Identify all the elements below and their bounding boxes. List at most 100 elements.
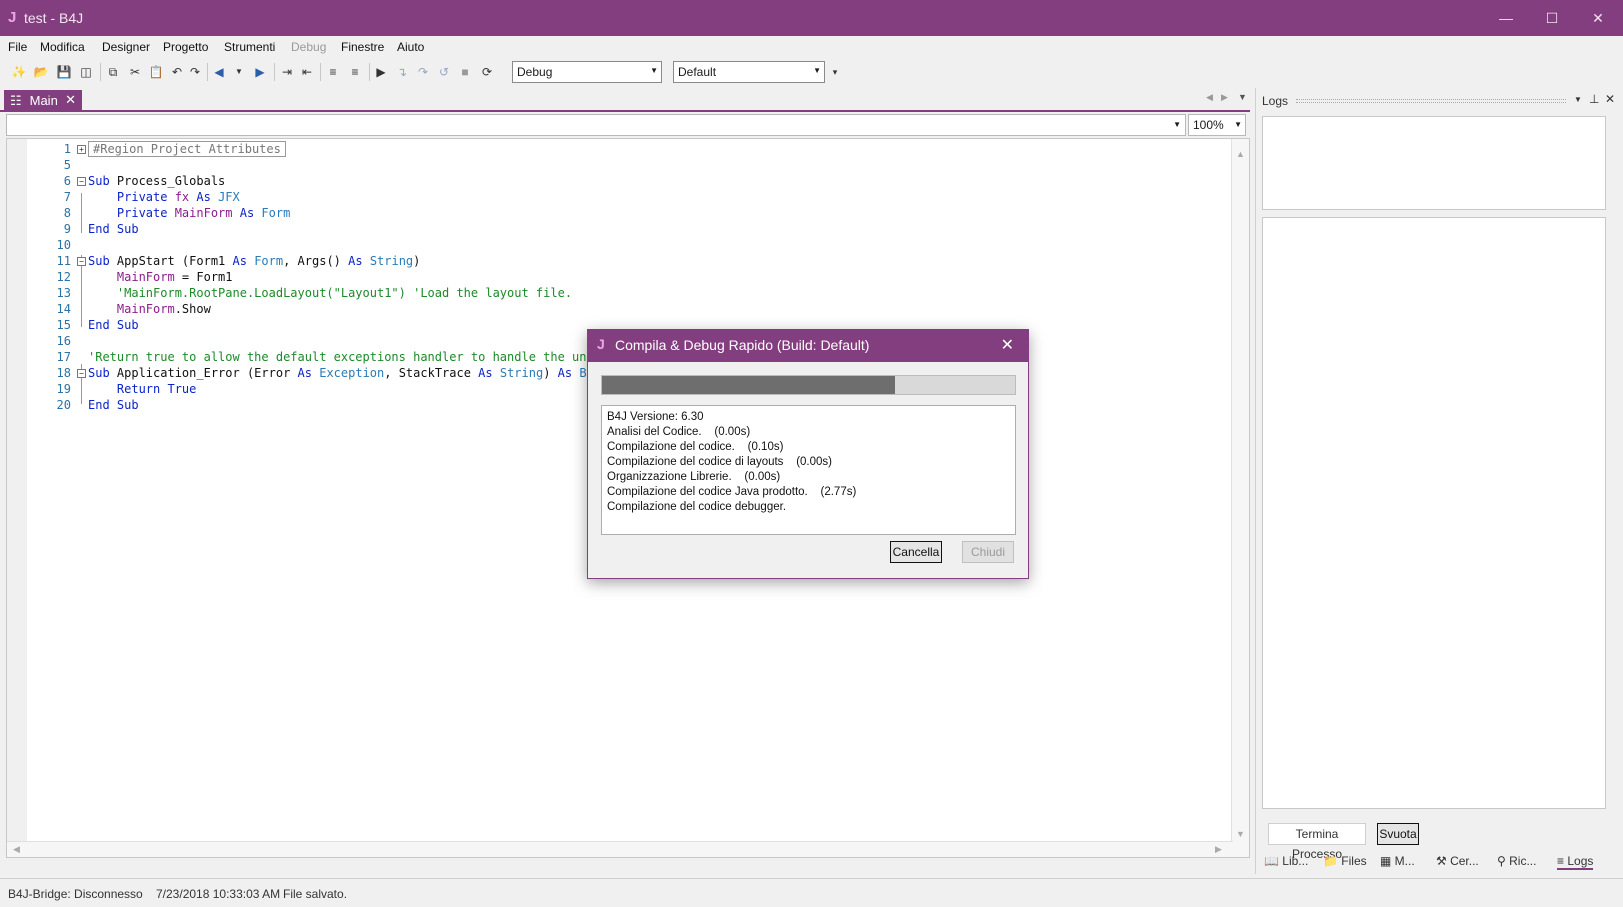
vertical-scrollbar[interactable]: ▲ ▼ — [1231, 139, 1249, 857]
undo-icon[interactable]: ↶ — [168, 63, 186, 81]
log-filter-box[interactable] — [1262, 116, 1606, 210]
code-token: MainForm — [116, 302, 175, 316]
menu-strumenti[interactable]: Strumenti — [224, 40, 275, 54]
compile-debug-dialog: J Compila & Debug Rapido (Build: Default… — [587, 329, 1029, 579]
tab-scroll-right-icon[interactable]: ▶ — [1221, 92, 1228, 103]
paste-icon[interactable]: 📋 — [147, 63, 165, 81]
scroll-left-icon[interactable]: ◀ — [13, 844, 20, 855]
menu-progetto[interactable]: Progetto — [163, 40, 208, 54]
breakpoint-gutter[interactable] — [7, 139, 27, 857]
collapse-region-icon[interactable]: − — [77, 369, 86, 378]
copy-icon[interactable]: ⧉ — [104, 63, 122, 81]
menu-aiuto[interactable]: Aiuto — [397, 40, 424, 54]
step-in-icon[interactable]: ↴ — [393, 63, 411, 81]
sub-navigator-select[interactable]: ▼ — [6, 114, 1186, 136]
tab-main[interactable]: ☷ Main ✕ — [4, 90, 82, 112]
restart-icon[interactable]: ⟳ — [478, 63, 496, 81]
code-text: End Sub — [88, 318, 139, 332]
open-folder-icon[interactable]: 📂 — [32, 63, 50, 81]
clear-logs-button[interactable]: Svuota — [1377, 823, 1419, 845]
comment-block-icon[interactable]: ≡ — [324, 63, 342, 81]
run-icon[interactable]: ▶ — [372, 63, 390, 81]
panel-drag-handle[interactable] — [1296, 99, 1566, 103]
build-log-line: Compilazione del codice debugger. — [607, 501, 787, 513]
navigate-forward-icon[interactable]: ▶ — [251, 63, 269, 81]
stop-icon[interactable]: ■ — [456, 63, 474, 81]
code-token: fx — [174, 190, 190, 204]
log-output[interactable] — [1262, 217, 1606, 809]
code-text: #Region Project Attributes — [88, 141, 286, 157]
tab-logs[interactable]: ≡ Logs — [1557, 854, 1594, 870]
minimize-button[interactable]: — — [1483, 0, 1529, 36]
tab-find[interactable]: ⚲ Ric... — [1497, 854, 1536, 868]
menu-debug[interactable]: Debug — [291, 40, 326, 54]
toolbar-overflow-icon[interactable]: ▾ — [826, 63, 844, 81]
save-icon[interactable]: 💾 — [55, 63, 73, 81]
tab-modules[interactable]: ▦ M... — [1380, 854, 1415, 868]
cancel-button[interactable]: Cancella — [890, 541, 942, 563]
build-config-select[interactable]: Debug ▼ — [512, 61, 662, 83]
step-out-icon[interactable]: ↺ — [435, 63, 453, 81]
code-token: End Sub — [88, 398, 139, 412]
status-message: File salvato. — [283, 887, 348, 901]
panel-tabs: 📖 Lib... 📁 Files ▦ M... ⚒ Cer... ⚲ Ric..… — [1256, 854, 1621, 874]
build-log: B4J Versione: 6.30 Analisi del Codice. (0… — [601, 405, 1016, 535]
tab-libraries[interactable]: 📖 Lib... — [1264, 854, 1308, 868]
tab-scroll-left-icon[interactable]: ◀ — [1206, 92, 1213, 103]
menu-modifica[interactable]: Modifica — [40, 40, 85, 54]
save-all-icon[interactable]: ◫ — [77, 63, 95, 81]
close-dialog-button[interactable]: Chiudi — [962, 541, 1014, 563]
redo-icon[interactable]: ↷ — [186, 63, 204, 81]
collapse-region-icon[interactable]: − — [77, 257, 86, 266]
line-number: 5 — [63, 158, 71, 172]
tab-search[interactable]: ⚒ Cer... — [1436, 854, 1479, 868]
panel-menu-icon[interactable]: ▼ — [1574, 95, 1582, 104]
line-number: 12 — [56, 270, 71, 284]
dialog-close-icon[interactable]: ✕ — [1001, 335, 1014, 355]
line-number: 20 — [56, 398, 71, 412]
code-text: 'Return true to allow the default except… — [88, 350, 608, 364]
outdent-icon[interactable]: ⇤ — [298, 63, 316, 81]
panel-close-icon[interactable]: ✕ — [1605, 92, 1615, 106]
code-text: MainForm.Show — [88, 302, 211, 316]
step-over-icon[interactable]: ↷ — [414, 63, 432, 81]
logs-title: Logs — [1262, 94, 1289, 108]
pin-icon[interactable]: ⊥ — [1589, 92, 1599, 106]
line-number: 18 — [56, 366, 71, 380]
code-token: End Sub — [88, 318, 139, 332]
build-log-line: Analisi del Codice. (0.00s) — [607, 426, 751, 438]
back-dropdown-icon[interactable]: ▼ — [230, 63, 248, 81]
terminate-process-button[interactable]: Termina Processo — [1268, 823, 1366, 861]
line-number: 19 — [56, 382, 71, 396]
horizontal-scrollbar[interactable]: ◀ ▶ — [7, 841, 1233, 857]
build-progress-bar — [601, 375, 1016, 395]
new-file-icon[interactable]: ✨ — [10, 63, 28, 81]
scroll-down-icon[interactable]: ▼ — [1236, 829, 1245, 839]
code-text: 'MainForm.RootPane.LoadLayout("Layout1")… — [88, 286, 572, 300]
line-number: 17 — [56, 350, 71, 364]
code-token: Return True — [88, 382, 197, 396]
code-token: .Show — [174, 302, 211, 316]
maximize-button[interactable]: ☐ — [1529, 0, 1575, 36]
tab-files[interactable]: 📁 Files — [1323, 854, 1367, 868]
tab-list-icon[interactable]: ▼ — [1238, 92, 1247, 102]
menu-file[interactable]: File — [8, 40, 27, 54]
scroll-right-icon[interactable]: ▶ — [1215, 844, 1222, 855]
code-text: End Sub — [88, 222, 139, 236]
build-target-select[interactable]: Default ▼ — [673, 61, 825, 83]
zoom-select[interactable]: 100% ▼ — [1188, 114, 1246, 136]
menu-designer[interactable]: Designer — [102, 40, 150, 54]
expand-region-icon[interactable]: + — [77, 145, 86, 154]
scroll-up-icon[interactable]: ▲ — [1236, 149, 1245, 159]
cut-icon[interactable]: ✂ — [126, 63, 144, 81]
tab-close-icon[interactable]: ✕ — [65, 92, 76, 108]
build-config-value: Debug — [517, 65, 553, 79]
menu-finestre[interactable]: Finestre — [341, 40, 384, 54]
collapse-region-icon[interactable]: − — [77, 177, 86, 186]
code-token: String — [369, 254, 414, 268]
indent-icon[interactable]: ⇥ — [278, 63, 296, 81]
close-button[interactable]: ✕ — [1575, 0, 1621, 36]
code-token: JFX — [218, 190, 240, 204]
uncomment-block-icon[interactable]: ≡ — [346, 63, 364, 81]
navigate-back-icon[interactable]: ◀ — [210, 63, 228, 81]
